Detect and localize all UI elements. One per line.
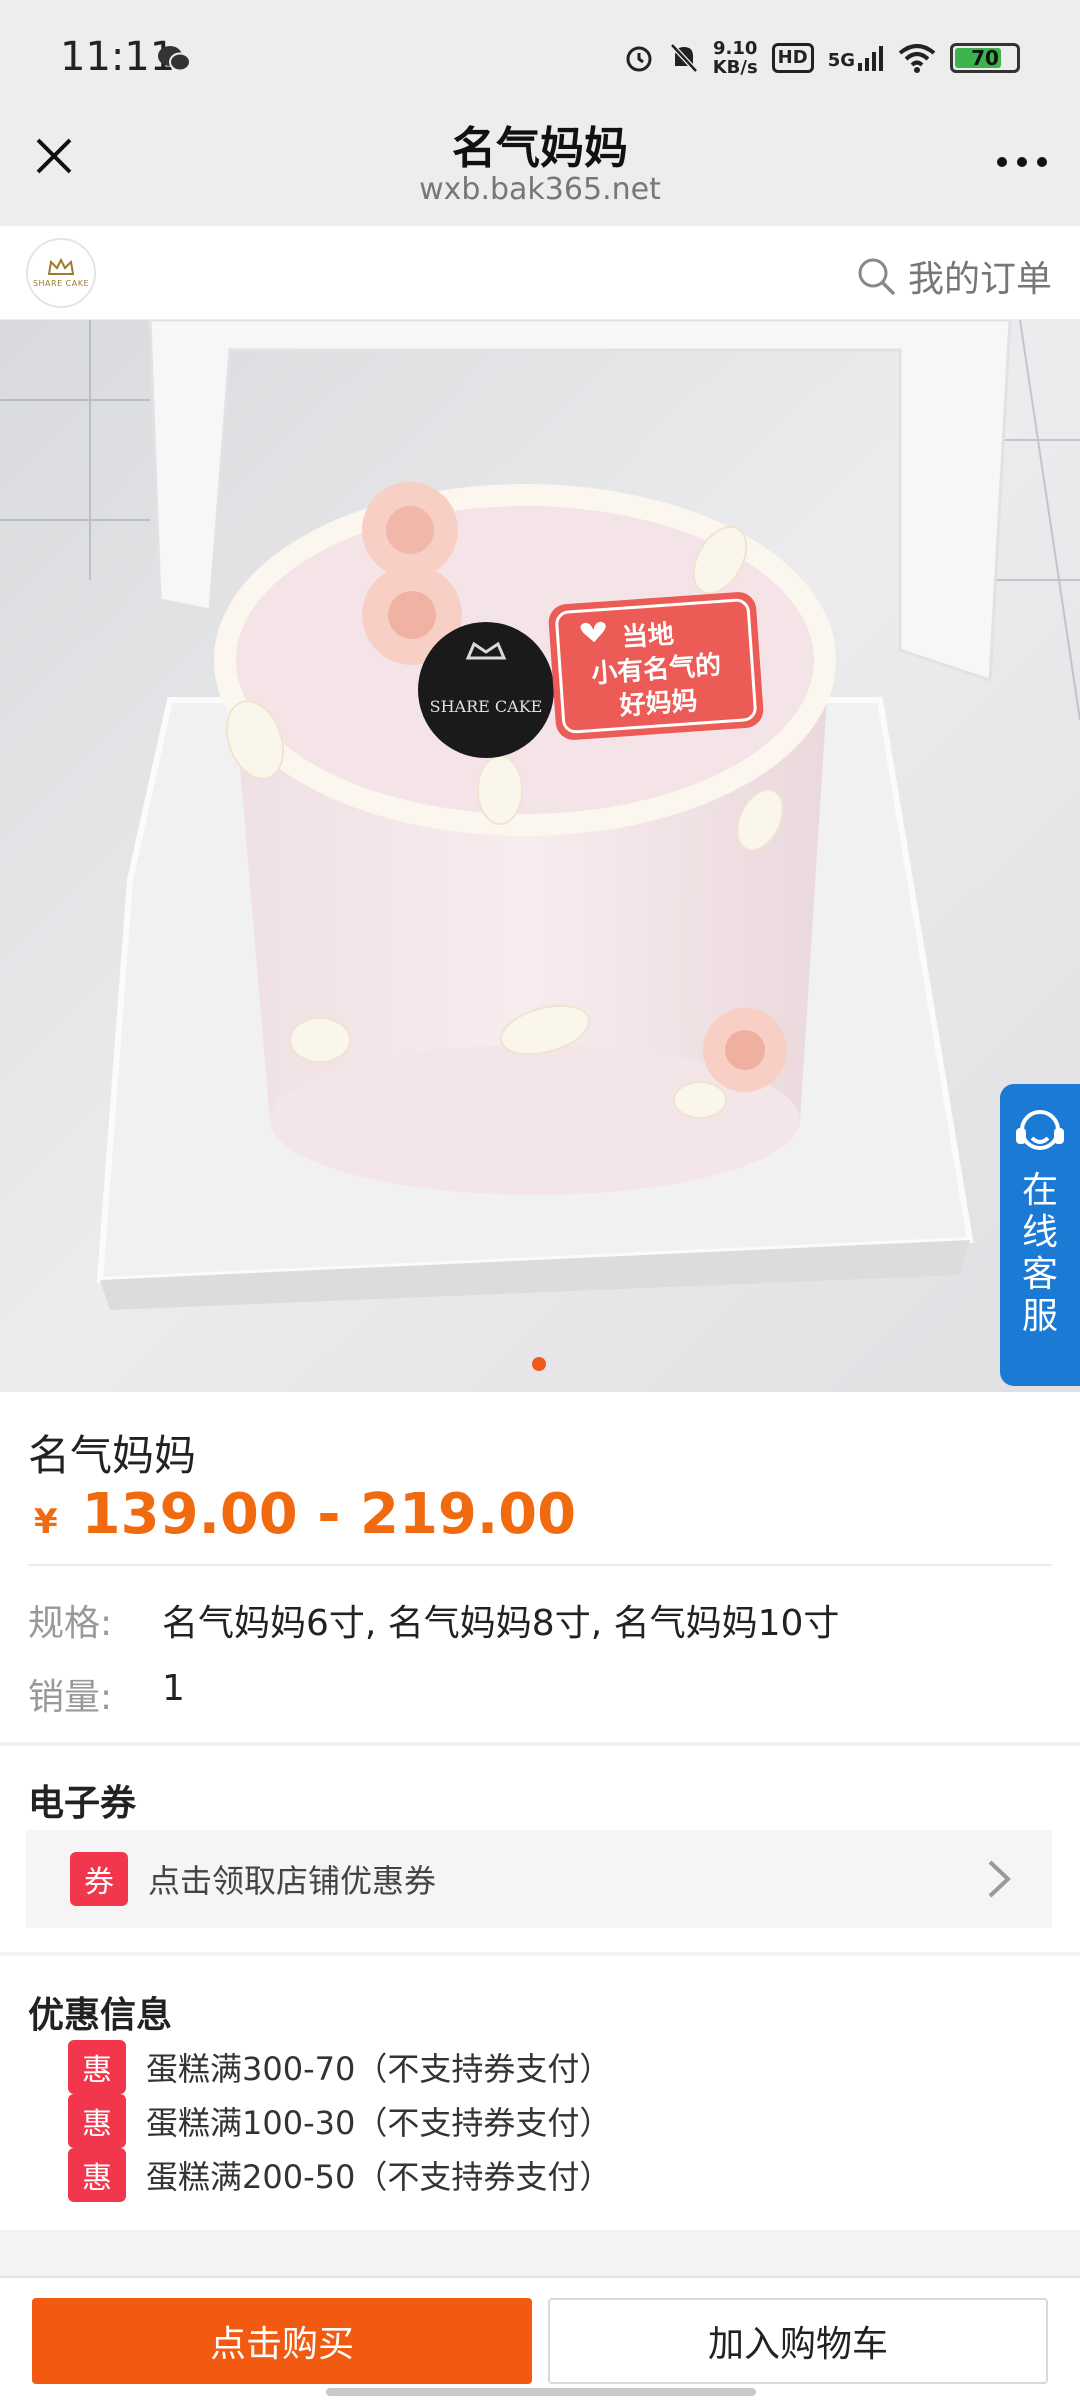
spec-label: 规格: [28, 1603, 113, 1644]
shop-logo-text: SHARE CAKE [32, 279, 90, 288]
sales-label: 销量: [28, 1677, 113, 1718]
product-image-carousel[interactable]: SHARE CAKE 当地 小有名气的 好妈妈 在线客服 [0, 320, 1080, 1392]
alarm-icon [626, 46, 652, 72]
product-price: ¥ 139.00 - 219.00 [34, 1482, 576, 1547]
signal-group: 5G [828, 45, 884, 71]
promotion-text: 蛋糕满200-50（不支持券支付） [146, 2158, 612, 2196]
net-speed-unit: KB/s [712, 57, 758, 78]
promotion-item: 惠 蛋糕满200-50（不支持券支付） [68, 2148, 611, 2202]
product-info: 名气妈妈 ¥ 139.00 - 219.00 规格: 名气妈妈6寸, 名气妈妈8… [0, 1392, 1080, 1742]
customer-service-label: 在线客服 [1021, 1170, 1058, 1337]
page-url: wxb.bak365.net [419, 172, 661, 207]
bottom-action-bar: 点击购买 加入购物车 [0, 2276, 1080, 2400]
customer-service-button[interactable]: 在线客服 [1000, 1084, 1080, 1386]
coupon-tag: 券 [70, 1852, 128, 1906]
home-indicator[interactable] [326, 2388, 756, 2396]
signal-icon [858, 46, 883, 71]
price-currency: ¥ [34, 1502, 58, 1542]
plaque-line-3: 好妈妈 [618, 686, 699, 721]
shop-logo[interactable]: SHARE CAKE [26, 238, 96, 308]
spec-row: 规格: 名气妈妈6寸, 名气妈妈8寸, 名气妈妈10寸 [28, 1594, 839, 1646]
page-title: 名气妈妈 [452, 123, 628, 174]
sales-value: 1 [162, 1668, 185, 1709]
battery-level: 70 [971, 46, 999, 70]
hd-icon: HD [771, 43, 814, 73]
crown-icon [47, 258, 75, 275]
coupon-section: 电子券 券 点击领取店铺优惠券 [0, 1746, 1080, 1952]
battery-icon: 70 [950, 43, 1020, 73]
divider [28, 1564, 1052, 1566]
shop-header: SHARE CAKE 我的订单 [0, 226, 1080, 320]
promotion-tag: 惠 [68, 2040, 126, 2094]
status-icons: 9.10 KB/s HD 5G 70 [623, 36, 1020, 80]
network-type: 5G [827, 50, 855, 71]
promotion-text: 蛋糕满300-70（不支持券支付） [146, 2050, 612, 2088]
coupon-text: 点击领取店铺优惠券 [148, 1862, 437, 1900]
headset-icon [1016, 1110, 1064, 1150]
spec-value: 名气妈妈6寸, 名气妈妈8寸, 名气妈妈10寸 [162, 1603, 840, 1644]
plaque-line-1: 当地 [621, 620, 675, 654]
status-bar: 11:11 9.10 KB/s HD 5G 70 [0, 0, 1080, 110]
more-options-icon[interactable] [994, 154, 1050, 170]
promotion-tag: 惠 [68, 2148, 126, 2202]
mute-bell-icon [669, 43, 698, 73]
my-orders-link[interactable]: 我的订单 [856, 250, 1052, 302]
promotion-text: 蛋糕满100-30（不支持券支付） [146, 2104, 612, 2142]
sales-row: 销量: 1 [28, 1668, 185, 1720]
promotion-item: 惠 蛋糕满100-30（不支持券支付） [68, 2094, 611, 2148]
chevron-right-icon [988, 1860, 1011, 1898]
cake-photo: SHARE CAKE 当地 小有名气的 好妈妈 [0, 320, 1080, 1392]
wifi-icon [898, 44, 936, 73]
buy-now-button[interactable]: 点击购买 [32, 2298, 532, 2384]
net-speed: 9.10 KB/s [713, 39, 758, 77]
carousel-indicator [532, 1357, 546, 1371]
product-name: 名气妈妈 [28, 1431, 197, 1480]
cake-badge-text: SHARE CAKE [430, 697, 543, 716]
promotion-item: 惠 蛋糕满300-70（不支持券支付） [68, 2040, 611, 2094]
title-bar: 名气妈妈 wxb.bak365.net [0, 110, 1080, 226]
promotion-tag: 惠 [68, 2094, 126, 2148]
claim-coupon-button[interactable]: 券 点击领取店铺优惠券 [26, 1830, 1052, 1928]
coupon-title: 电子券 [28, 1783, 137, 1824]
add-to-cart-button[interactable]: 加入购物车 [548, 2298, 1048, 2384]
net-speed-value: 9.10 [712, 38, 758, 59]
promotion-title: 优惠信息 [28, 1995, 173, 2036]
search-icon [858, 258, 895, 295]
price-range: 139.00 - 219.00 [81, 1482, 577, 1547]
my-orders-label: 我的订单 [907, 259, 1052, 300]
wechat-icon [158, 46, 191, 72]
promotion-section: 优惠信息 惠 蛋糕满300-70（不支持券支付） 惠 蛋糕满100-30（不支持… [0, 1956, 1080, 2230]
